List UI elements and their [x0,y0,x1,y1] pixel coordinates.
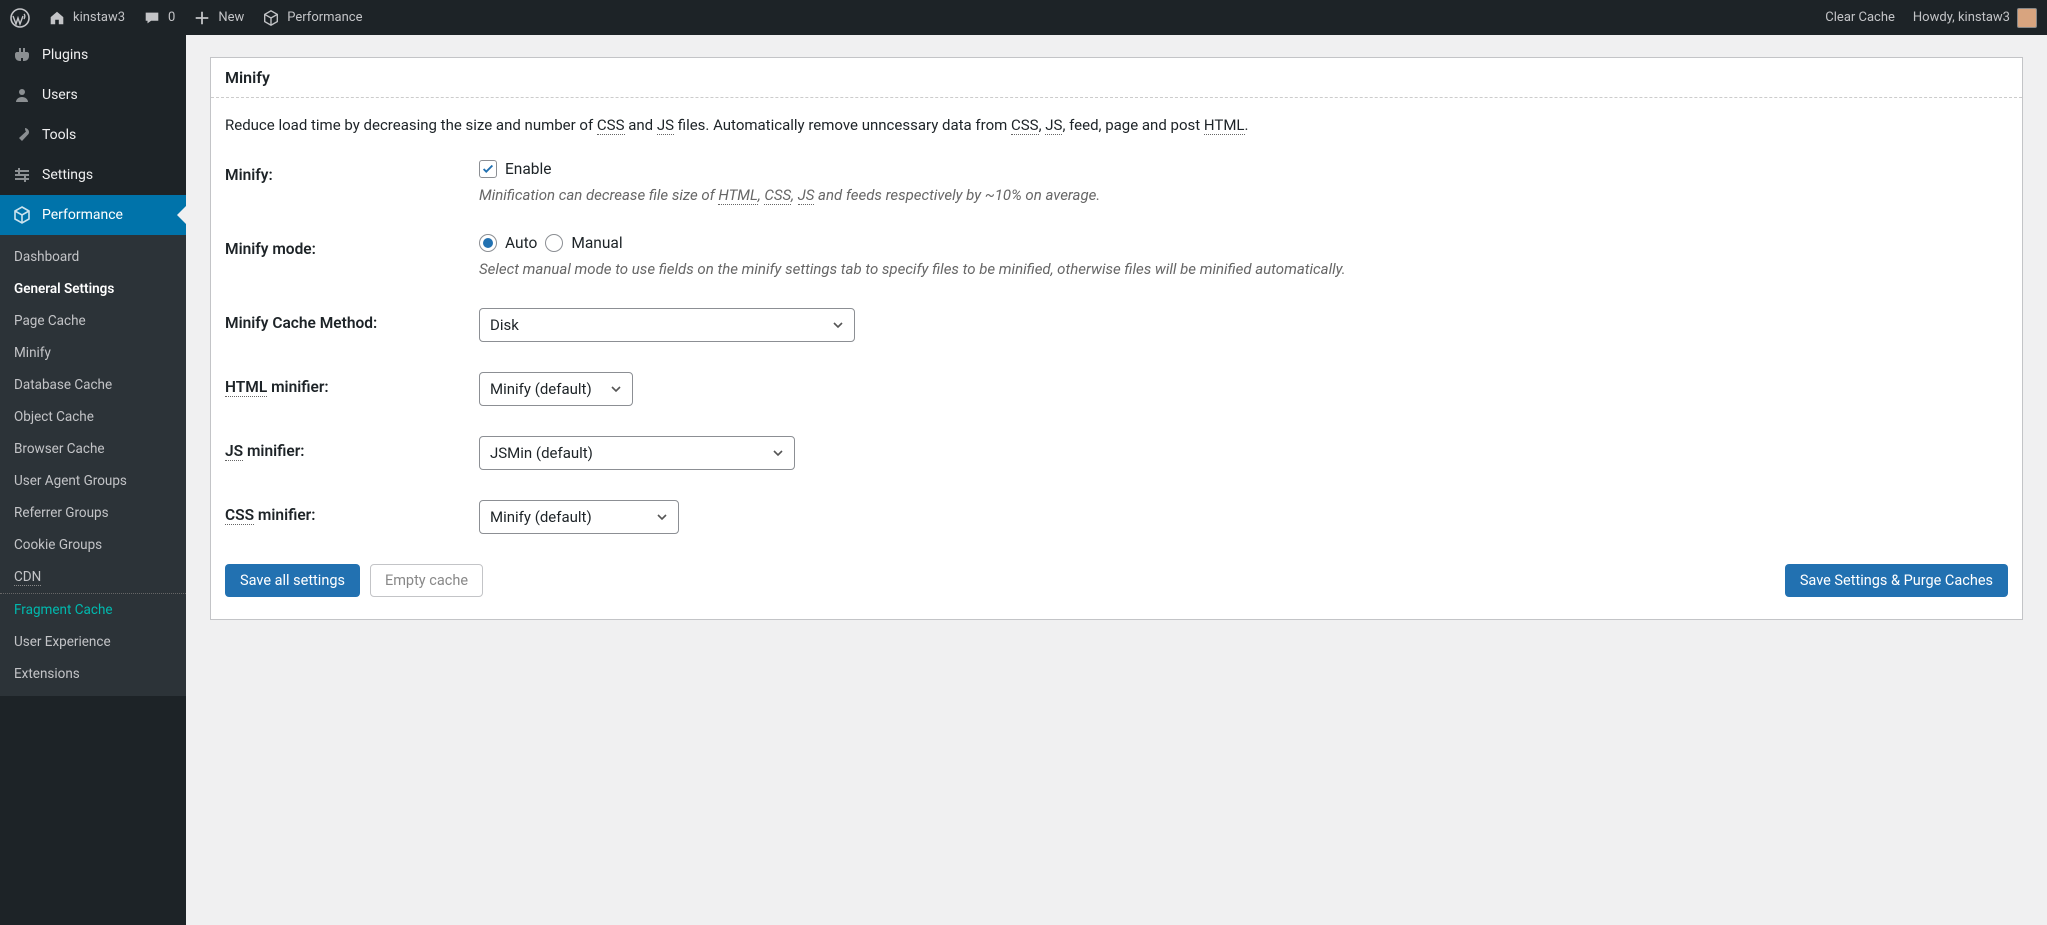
mode-manual-label: Manual [571,234,622,252]
minify-hint: Minification can decrease file size of H… [479,186,2008,204]
menu-tools[interactable]: Tools [0,115,186,155]
submenu-cdn[interactable]: CDN [0,561,186,594]
row-css-minifier: CSS minifier: Minify (default) [225,500,2008,534]
html-minifier-select[interactable]: Minify (default) [479,372,633,406]
clear-cache-link[interactable]: Clear Cache [1825,10,1895,25]
comments-link[interactable]: 0 [143,9,175,27]
avatar [2017,8,2037,28]
minify-enable-checkbox[interactable] [479,160,497,178]
settings-icon [12,165,32,185]
empty-cache-button[interactable]: Empty cache [370,564,483,597]
row-minify-mode: Minify mode: Auto Manual Select manual m… [225,234,2008,278]
account-link[interactable]: Howdy, kinstaw3 [1913,8,2037,28]
mode-hint: Select manual mode to use fields on the … [479,260,2008,278]
save-all-button[interactable]: Save all settings [225,564,360,597]
menu-performance[interactable]: Performance [0,195,186,235]
perf-label: Performance [287,10,362,25]
admin-bar: kinstaw3 0 New Performance Clear Cache H… [0,0,2047,35]
submenu-browser-cache[interactable]: Browser Cache [0,433,186,465]
menu-settings[interactable]: Settings [0,155,186,195]
cache-method-label: Minify Cache Method: [225,308,479,332]
content-area: Minify Reduce load time by decreasing th… [186,35,2047,925]
minify-label: Minify: [225,160,479,184]
submenu-ref-groups[interactable]: Referrer Groups [0,497,186,529]
comment-icon [143,9,161,27]
row-js-minifier: JS minifier: JSMin (default) [225,436,2008,470]
chevron-down-icon [656,511,668,523]
row-html-minifier: HTML minifier: Minify (default) [225,372,2008,406]
site-link[interactable]: kinstaw3 [48,9,125,27]
howdy-label: Howdy, kinstaw3 [1913,10,2010,25]
plus-icon [193,9,211,27]
save-purge-button[interactable]: Save Settings & Purge Caches [1785,564,2008,597]
chevron-down-icon [610,383,622,395]
html-minifier-label: HTML minifier: [225,372,479,396]
home-icon [48,9,66,27]
submenu-cookie-groups[interactable]: Cookie Groups [0,529,186,561]
submenu-ua-groups[interactable]: User Agent Groups [0,465,186,497]
chevron-down-icon [832,319,844,331]
panel-description: Reduce load time by decreasing the size … [225,116,2008,134]
enable-label: Enable [505,160,552,178]
submenu-dashboard[interactable]: Dashboard [0,241,186,273]
users-icon [12,85,32,105]
site-name: kinstaw3 [73,10,125,25]
mode-manual-radio[interactable] [545,234,563,252]
submenu-extensions[interactable]: Extensions [0,658,186,690]
button-row: Save all settings Empty cache Save Setti… [225,564,2008,597]
admin-sidebar: Plugins Users Tools Settings Performance… [0,35,186,925]
minify-panel: Minify Reduce load time by decreasing th… [210,57,2023,620]
submenu-db-cache[interactable]: Database Cache [0,369,186,401]
submenu-fragment-cache[interactable]: Fragment Cache [0,594,186,626]
comment-count: 0 [168,10,175,25]
mode-auto-label: Auto [505,234,537,252]
submenu-page-cache[interactable]: Page Cache [0,305,186,337]
row-minify-enable: Minify: Enable Minification can decrease… [225,160,2008,204]
js-minifier-select[interactable]: JSMin (default) [479,436,795,470]
chevron-down-icon [772,447,784,459]
submenu-user-experience[interactable]: User Experience [0,626,186,658]
mode-label: Minify mode: [225,234,479,258]
performance-icon [12,205,32,225]
plugin-icon [12,45,32,65]
box-icon [262,9,280,27]
submenu-minify[interactable]: Minify [0,337,186,369]
js-minifier-label: JS minifier: [225,436,479,460]
wordpress-icon [10,8,30,28]
new-content[interactable]: New [193,9,244,27]
wordpress-logo[interactable] [10,8,30,28]
new-label: New [218,10,244,25]
row-cache-method: Minify Cache Method: Disk [225,308,2008,342]
performance-submenu: Dashboard General Settings Page Cache Mi… [0,235,186,696]
menu-users[interactable]: Users [0,75,186,115]
check-icon [481,162,495,176]
tools-icon [12,125,32,145]
css-minifier-select[interactable]: Minify (default) [479,500,679,534]
cache-method-select[interactable]: Disk [479,308,855,342]
menu-plugins[interactable]: Plugins [0,35,186,75]
performance-menu[interactable]: Performance [262,9,362,27]
mode-auto-radio[interactable] [479,234,497,252]
panel-title: Minify [211,58,2022,98]
css-minifier-label: CSS minifier: [225,500,479,524]
submenu-obj-cache[interactable]: Object Cache [0,401,186,433]
submenu-general-settings[interactable]: General Settings [0,273,186,305]
